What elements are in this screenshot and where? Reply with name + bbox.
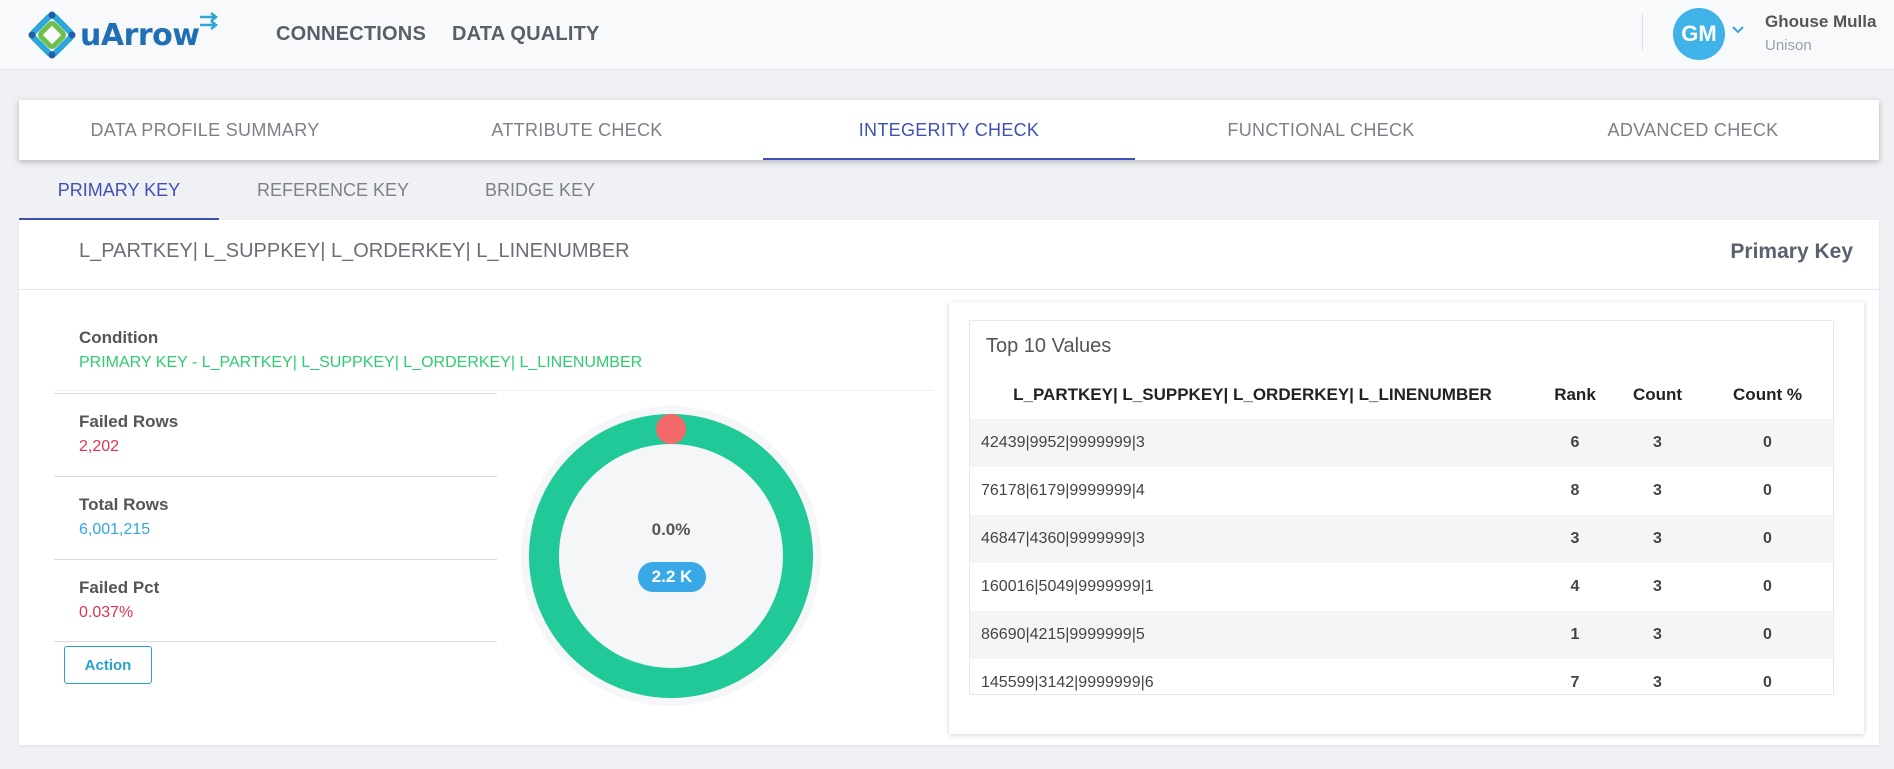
tab-integerity-check[interactable]: INTEGERITY CHECK (763, 100, 1135, 160)
chevron-down-icon[interactable] (1732, 22, 1744, 38)
stat-value: 0.037% (79, 604, 134, 621)
cell-key: 76178|6179|9999999|4 (981, 482, 1145, 499)
cell-count: 3 (1615, 515, 1700, 563)
stat-value: 2,202 (79, 438, 120, 455)
tab-primary-key[interactable]: PRIMARY KEY (19, 172, 219, 220)
cell-rank: 1 (1535, 611, 1615, 659)
action-button[interactable]: Action (64, 646, 152, 684)
logo-text: uArrow (80, 17, 200, 53)
key-tabs: PRIMARY KEY REFERENCE KEY BRIDGE KEY (19, 172, 633, 220)
card-title: L_PARTKEY| L_SUPPKEY| L_ORDERKEY| L_LINE… (79, 240, 630, 262)
primary-key-card: L_PARTKEY| L_SUPPKEY| L_ORDERKEY| L_LINE… (19, 220, 1879, 745)
donut-failed-marker (656, 414, 686, 444)
tab-functional-check[interactable]: FUNCTIONAL CHECK (1135, 100, 1507, 160)
cell-count-pct: 0 (1763, 674, 1772, 691)
tab-advanced-check[interactable]: ADVANCED CHECK (1507, 100, 1879, 160)
cell-rank: 8 (1570, 482, 1580, 499)
check-tabs: DATA PROFILE SUMMARY ATTRIBUTE CHECK INT… (19, 100, 1879, 160)
column-header-count[interactable]: Count (1615, 371, 1700, 419)
cell-count-pct: 0 (1763, 482, 1772, 499)
header-divider (1642, 14, 1643, 50)
tab-attribute-check[interactable]: ATTRIBUTE CHECK (391, 100, 763, 160)
cell-count-pct: 0 (1700, 419, 1833, 467)
stat-label: Failed Rows (79, 412, 179, 431)
logo-mark-icon (28, 11, 76, 59)
column-header-count-pct[interactable]: Count % (1700, 371, 1833, 419)
table-row: 145599|3142|9999999|6 7 3 0 (970, 659, 1833, 694)
table-row: 76178|6179|9999999|4 8 3 0 (970, 467, 1833, 515)
cell-key: 86690|4215|9999999|5 (970, 611, 1535, 659)
tab-reference-key[interactable]: REFERENCE KEY (219, 172, 447, 220)
cell-key: 46847|4360|9999999|3 (970, 515, 1535, 563)
top-nav: CONNECTIONS DATA QUALITY (276, 23, 600, 46)
divider (54, 641, 497, 642)
cell-key: 42439|9952|9999999|3 (970, 419, 1535, 467)
table-header-row: L_PARTKEY| L_SUPPKEY| L_ORDERKEY| L_LINE… (970, 371, 1833, 419)
top-values-title: Top 10 Values (986, 335, 1112, 357)
stat-failed-pct: Failed Pct 0.037% (54, 559, 497, 641)
top-values-table-container[interactable]: Top 10 Values L_PARTKEY| L_SUPPKEY| L_OR… (969, 320, 1834, 695)
donut-count-badge: 2.2 K (638, 562, 706, 592)
tab-bridge-key[interactable]: BRIDGE KEY (447, 172, 633, 220)
cell-rank: 6 (1535, 419, 1615, 467)
stat-label: Failed Pct (79, 578, 160, 597)
nav-data-quality[interactable]: DATA QUALITY (452, 23, 600, 46)
condition-label: Condition (79, 328, 159, 347)
stat-failed-rows: Failed Rows 2,202 (54, 393, 497, 475)
cell-count-pct: 0 (1763, 578, 1772, 595)
app-header: uArrow CONNECTIONS DATA QUALITY GM Ghous… (0, 0, 1894, 70)
user-avatar[interactable]: GM (1673, 8, 1725, 60)
cell-count: 3 (1653, 482, 1662, 499)
table-row: 46847|4360|9999999|3 3 3 0 (970, 515, 1833, 563)
cell-rank: 4 (1570, 578, 1580, 595)
stat-total-rows: Total Rows 6,001,215 (54, 476, 497, 558)
cell-count: 3 (1653, 578, 1662, 595)
table-row: 42439|9952|9999999|3 6 3 0 (970, 419, 1833, 467)
user-org: Unison (1765, 37, 1812, 54)
cell-rank: 3 (1535, 515, 1615, 563)
card-header: L_PARTKEY| L_SUPPKEY| L_ORDERKEY| L_LINE… (19, 220, 1879, 290)
cell-key: 160016|5049|9999999|1 (981, 578, 1154, 595)
table-row: 86690|4215|9999999|5 1 3 0 (970, 611, 1833, 659)
top-values-panel: Top 10 Values L_PARTKEY| L_SUPPKEY| L_OR… (949, 302, 1864, 734)
stat-value: 6,001,215 (79, 521, 151, 538)
cell-count: 3 (1615, 419, 1700, 467)
tab-data-profile-summary[interactable]: DATA PROFILE SUMMARY (19, 100, 391, 160)
app-logo[interactable]: uArrow (28, 7, 222, 63)
cell-count-pct: 0 (1700, 515, 1833, 563)
user-name: Ghouse Mulla (1765, 12, 1877, 31)
nav-connections[interactable]: CONNECTIONS (276, 23, 426, 46)
cell-count: 3 (1653, 674, 1662, 691)
cell-key: 145599|3142|9999999|6 (981, 674, 1154, 691)
column-header-key[interactable]: L_PARTKEY| L_SUPPKEY| L_ORDERKEY| L_LINE… (970, 371, 1535, 419)
donut-percent-label: 0.0% (651, 520, 691, 539)
table-row: 160016|5049|9999999|1 4 3 0 (970, 563, 1833, 611)
logo-arrows-icon (199, 12, 218, 30)
donut-background (521, 406, 821, 706)
stat-label: Total Rows (79, 495, 169, 514)
cell-count: 3 (1615, 611, 1700, 659)
card-type-label: Primary Key (1730, 240, 1853, 263)
top-values-table: L_PARTKEY| L_SUPPKEY| L_ORDERKEY| L_LINE… (970, 371, 1833, 694)
failed-rows-donut-chart (521, 406, 821, 706)
cell-rank: 7 (1570, 674, 1580, 691)
divider (54, 390, 934, 391)
column-header-rank[interactable]: Rank (1535, 371, 1615, 419)
cell-count-pct: 0 (1700, 611, 1833, 659)
condition-value: PRIMARY KEY - L_PARTKEY| L_SUPPKEY| L_OR… (79, 354, 643, 371)
